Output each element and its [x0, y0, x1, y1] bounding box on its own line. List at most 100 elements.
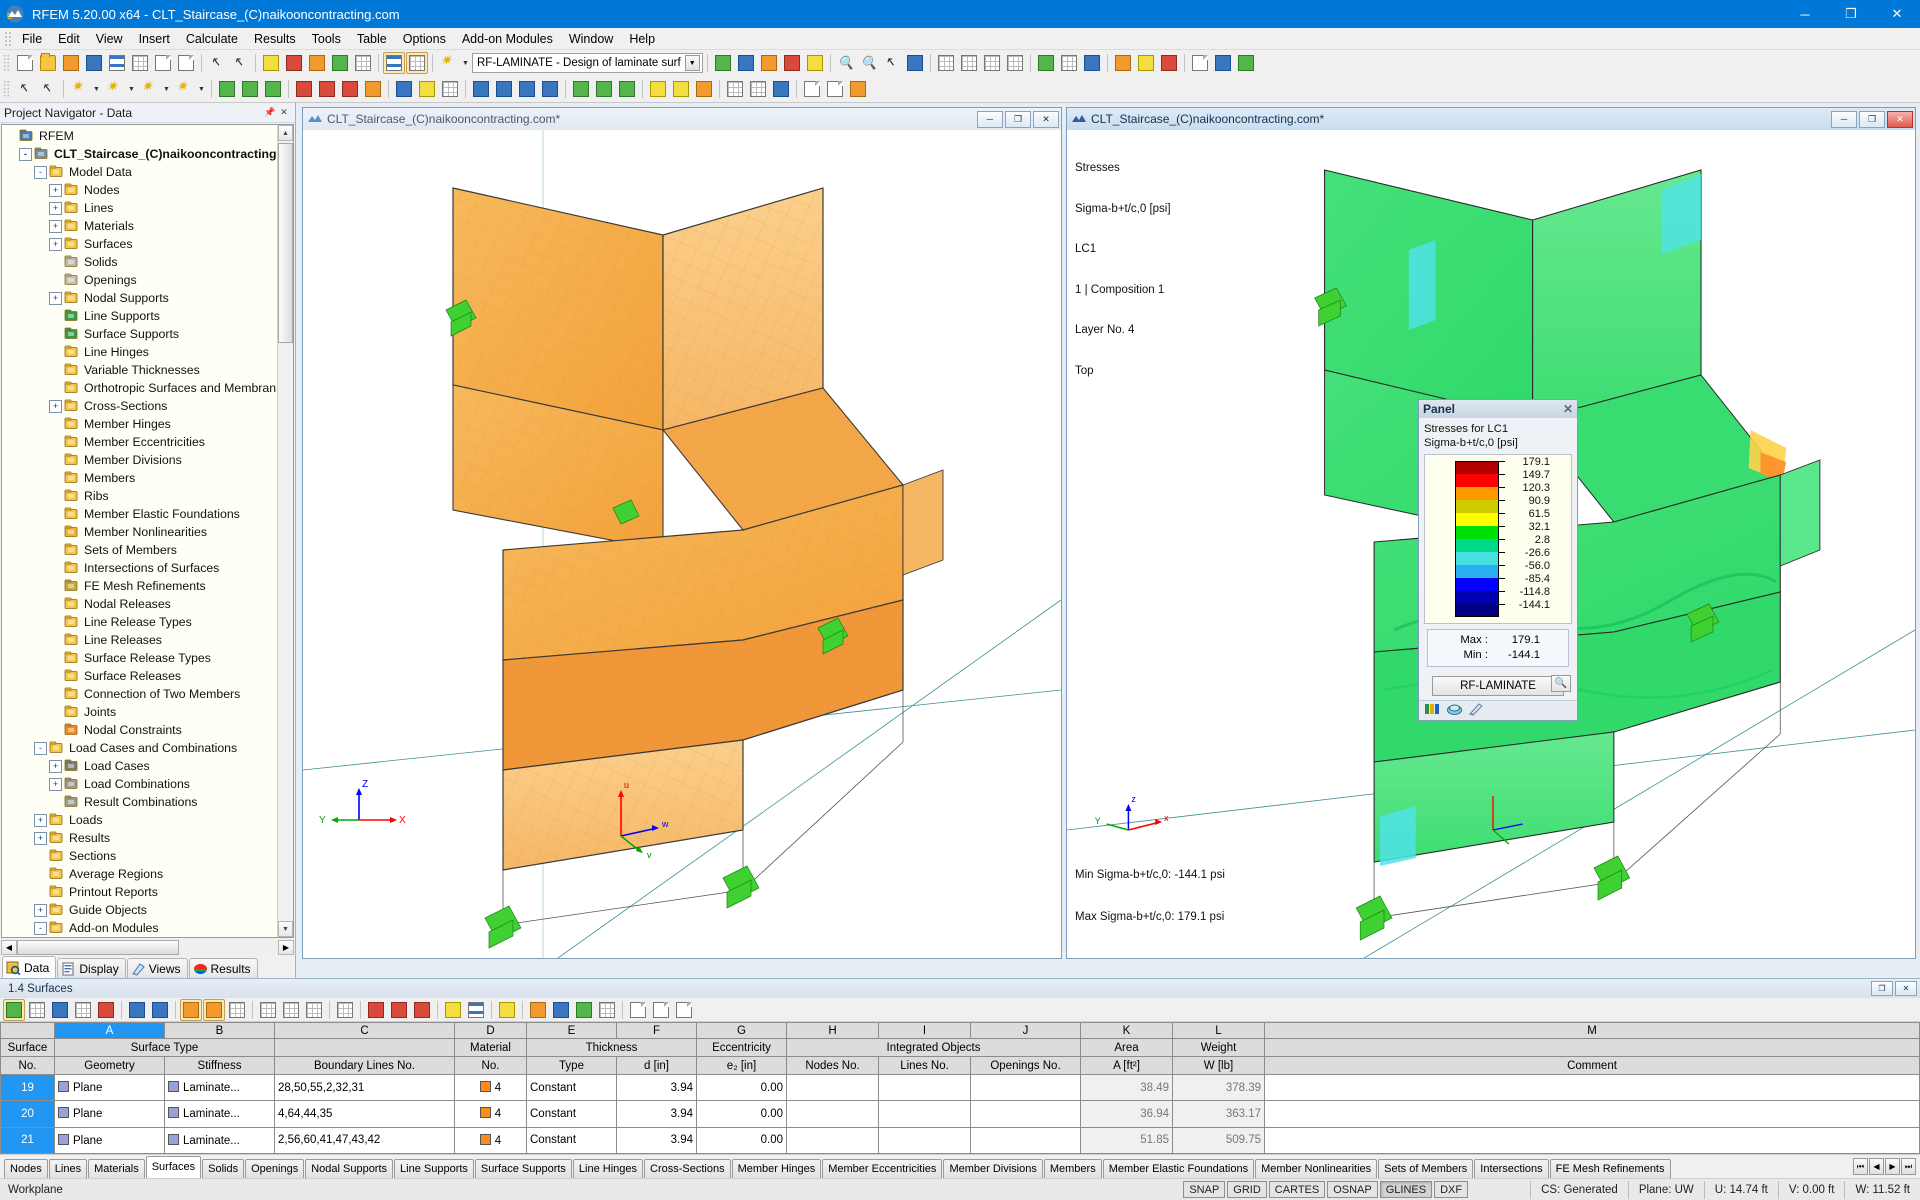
cell-lines[interactable] [878, 1126, 971, 1154]
ucs-button[interactable] [770, 78, 792, 100]
table-delete-row-button[interactable] [365, 999, 387, 1021]
navigator-tab-results[interactable]: Results [188, 958, 258, 978]
column-header-M[interactable]: M [1264, 1022, 1920, 1039]
line-dropdown-arrow-icon[interactable]: ▼ [126, 78, 137, 100]
collapse-icon[interactable]: - [34, 165, 47, 179]
table-tab-materials[interactable]: Materials [88, 1158, 145, 1178]
tree-item-variable-thicknesses[interactable]: Variable Thicknesses [4, 361, 276, 379]
table-undo-button[interactable] [180, 998, 202, 1021]
column-header-H[interactable]: H [786, 1022, 879, 1039]
table-close-button[interactable]: ✕ [1895, 981, 1917, 996]
tree-vertical-scrollbar[interactable]: ▲ ▼ [277, 125, 293, 937]
tree-item-cross-sections[interactable]: + Cross-Sections [4, 397, 276, 415]
expand-icon[interactable]: + [34, 831, 47, 845]
sections-button[interactable] [1135, 52, 1157, 74]
table-clear-button[interactable] [334, 999, 356, 1021]
minimize-button[interactable]: ─ [1782, 0, 1828, 28]
fe-mesh-button[interactable] [329, 52, 351, 74]
cell-thickness-d[interactable]: 3.94 [616, 1100, 697, 1128]
cell-material[interactable]: 4 [454, 1073, 527, 1102]
table-tab-intersections[interactable]: Intersections [1474, 1158, 1549, 1178]
new-node-button[interactable] [68, 78, 90, 100]
table-view-mode-button[interactable] [442, 999, 464, 1021]
addon-module-icon[interactable] [437, 52, 459, 74]
show-grid-tables-button[interactable] [406, 52, 428, 74]
measure-button[interactable] [439, 78, 461, 100]
collapse-icon[interactable]: - [34, 741, 47, 755]
surface-support-button[interactable] [262, 78, 284, 100]
isometric-view-button[interactable] [935, 52, 957, 74]
project-button[interactable] [60, 52, 82, 74]
table-tab-surfaces[interactable]: Surfaces [145, 1155, 202, 1178]
table-format-button[interactable] [496, 999, 518, 1021]
new-surface-button[interactable] [173, 78, 195, 100]
select-objects-button[interactable] [14, 78, 36, 100]
column-header-B[interactable]: B [164, 1022, 275, 1039]
scroll-right-icon[interactable]: ▶ [278, 940, 294, 955]
tree-item-member-nonlinearities[interactable]: Member Nonlinearities [4, 523, 276, 541]
table-down-button[interactable] [280, 999, 302, 1021]
tree-item-result-combinations[interactable]: Result Combinations [4, 793, 276, 811]
tree-item-load-cases-and-combinations[interactable]: - Load Cases and Combinations [4, 739, 276, 757]
tree-item-ribs[interactable]: Ribs [4, 487, 276, 505]
table-info-button[interactable] [303, 999, 325, 1021]
tree-item-average-regions[interactable]: Average Regions [4, 865, 276, 883]
tree-item-line-release-types[interactable]: Line Release Types [4, 613, 276, 631]
table-tab-line-hinges[interactable]: Line Hinges [572, 1158, 644, 1178]
tree-item-surface-releases[interactable]: Surface Releases [4, 667, 276, 685]
left-maximize-button[interactable]: ❐ [1005, 110, 1031, 128]
free-load-button[interactable] [362, 78, 384, 100]
view-xy-button[interactable] [958, 52, 980, 74]
tree-item-connection-of-two-members[interactable]: Connection of Two Members [4, 685, 276, 703]
right-maximize-button[interactable]: ❐ [1859, 110, 1885, 128]
tab-last-icon[interactable]: ⏭ [1901, 1158, 1916, 1175]
tree-item-sets-of-members[interactable]: Sets of Members [4, 541, 276, 559]
expand-icon[interactable]: + [49, 777, 62, 791]
tree-item-nodes[interactable]: + Nodes [4, 181, 276, 199]
cell-boundary-lines[interactable]: 28,50,55,2,32,31 [274, 1073, 455, 1102]
tree-item-add-on-modules[interactable]: - Add-on Modules [4, 919, 276, 937]
display-properties-button[interactable] [801, 78, 823, 100]
column-header-J[interactable]: J [970, 1022, 1081, 1039]
menu-grip-icon[interactable] [4, 30, 12, 47]
zoom-icon[interactable]: 🔍 [1551, 675, 1571, 692]
cell-eccentricity[interactable]: 0.00 [696, 1100, 787, 1128]
cell-boundary-lines[interactable]: 4,64,44,35 [274, 1100, 455, 1128]
render-icon[interactable] [1446, 702, 1463, 719]
menu-window[interactable]: Window [561, 30, 621, 48]
table-tab-sets-of-members[interactable]: Sets of Members [1378, 1158, 1474, 1178]
scroll-left-icon[interactable]: ◀ [1, 940, 17, 955]
table-tab-member-nonlinearities[interactable]: Member Nonlinearities [1255, 1158, 1378, 1178]
right-close-button[interactable]: ✕ [1887, 110, 1913, 128]
chevron-down-icon[interactable]: ▼ [684, 55, 700, 71]
table-prev-button[interactable] [126, 999, 148, 1021]
tree-item-surface-supports[interactable]: Surface Supports [4, 325, 276, 343]
table-add-button[interactable] [411, 999, 433, 1021]
cell-stiffness[interactable]: Laminate... [164, 1126, 275, 1154]
table-tab-nodal-supports[interactable]: Nodal Supports [305, 1158, 394, 1178]
undo-button[interactable] [206, 52, 228, 74]
mirror-button[interactable] [516, 78, 538, 100]
toolbar-grip-icon[interactable] [3, 54, 10, 72]
cell-thickness-d[interactable]: 3.94 [616, 1126, 697, 1154]
pan-button[interactable] [881, 52, 903, 74]
dimension-button[interactable] [393, 78, 415, 100]
cell-eccentricity[interactable]: 0.00 [696, 1126, 787, 1154]
cell-thickness-type[interactable]: Constant [526, 1100, 617, 1128]
cell-comment[interactable] [1264, 1073, 1920, 1102]
tree-item-line-hinges[interactable]: Line Hinges [4, 343, 276, 361]
table-next-button[interactable] [149, 999, 171, 1021]
tree-item-nodal-constraints[interactable]: Nodal Constraints [4, 721, 276, 739]
cell-geometry[interactable]: Plane [54, 1126, 165, 1154]
table-tab-member-eccentricities[interactable]: Member Eccentricities [822, 1158, 943, 1178]
cell-thickness-d[interactable]: 3.94 [616, 1073, 697, 1102]
rf-laminate-button[interactable]: RF-LAMINATE [1432, 675, 1564, 696]
calculate-all-button[interactable] [283, 52, 305, 74]
table-edit-button[interactable] [3, 998, 25, 1021]
tab-first-icon[interactable]: ⏮ [1853, 1158, 1868, 1175]
layers-button[interactable] [647, 78, 669, 100]
menu-options[interactable]: Options [395, 30, 454, 48]
surface-dropdown-arrow-icon[interactable]: ▼ [196, 78, 207, 100]
tree-item-surfaces[interactable]: + Surfaces [4, 235, 276, 253]
nodal-support-button[interactable] [216, 78, 238, 100]
